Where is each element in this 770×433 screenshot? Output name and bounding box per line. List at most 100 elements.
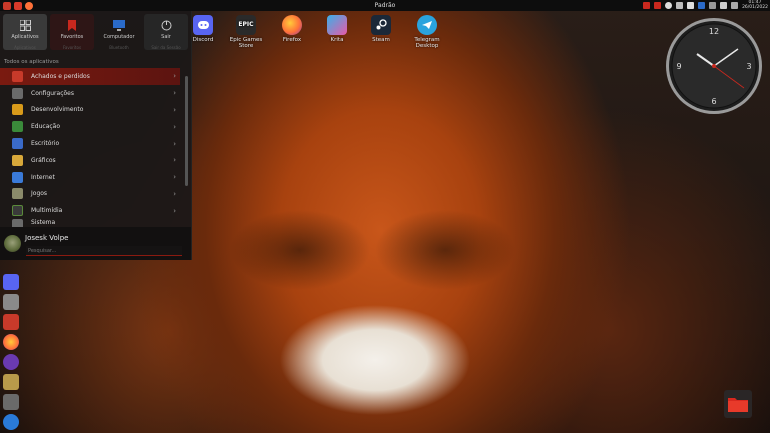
category-achados-e-perdidos[interactable]: Achados e perdidos › xyxy=(0,68,180,85)
svg-text:3: 3 xyxy=(746,62,751,71)
archive-icon[interactable] xyxy=(3,374,19,390)
discord-tray-icon[interactable] xyxy=(676,2,684,9)
firefox-icon xyxy=(282,15,302,35)
chevron-right-icon: › xyxy=(173,105,176,114)
system-tray: 01:47 26/01/2022 xyxy=(643,0,768,11)
tab-ghost-label: Aplicativos xyxy=(14,45,36,50)
category-sistema[interactable]: Sistema xyxy=(0,219,180,228)
desktop-icon-telegram[interactable]: Telegram Desktop xyxy=(406,15,448,49)
category-label: Multimídia xyxy=(31,207,63,215)
epic-games-icon: EPIC xyxy=(236,15,256,35)
chevron-right-icon: › xyxy=(173,156,176,165)
monitor-icon xyxy=(113,19,125,31)
discord-icon[interactable] xyxy=(3,274,19,290)
digital-clock[interactable]: 01:47 26/01/2022 xyxy=(742,0,768,10)
desktop-icon-krita[interactable]: Krita xyxy=(316,15,358,43)
volume-icon[interactable] xyxy=(720,2,728,9)
section-title: Todos os aplicativos xyxy=(4,59,59,65)
battery-icon[interactable] xyxy=(643,2,651,9)
chevron-right-icon: › xyxy=(173,189,176,198)
steam-icon xyxy=(371,15,391,35)
analog-clock-widget[interactable]: 12 3 6 9 xyxy=(664,16,764,116)
category-label: Internet xyxy=(31,173,55,181)
bluetooth-icon[interactable] xyxy=(698,2,706,9)
category-jogos[interactable]: Jogos › xyxy=(0,186,180,203)
telegram-icon xyxy=(417,15,437,35)
category-internet[interactable]: Internet › xyxy=(0,169,180,186)
internet-icon xyxy=(12,171,23,183)
multimedia-icon xyxy=(12,205,23,217)
steam-icon[interactable] xyxy=(3,414,19,430)
clipboard-icon[interactable] xyxy=(687,2,695,9)
category-escritorio[interactable]: Escritório › xyxy=(0,135,180,152)
desktop-icon-steam[interactable]: Steam xyxy=(360,15,402,43)
svg-text:12: 12 xyxy=(709,27,719,36)
chevron-right-icon: › xyxy=(173,122,176,131)
top-panel: Padrão 01:47 26/01/2022 xyxy=(0,0,770,11)
chevron-right-icon: › xyxy=(173,89,176,98)
folder-widget[interactable] xyxy=(724,390,752,418)
category-label: Gráficos xyxy=(31,156,56,164)
category-label: Educação xyxy=(31,123,61,131)
tab-ghost-label: Bluetooth xyxy=(109,45,129,50)
discord-icon xyxy=(193,15,213,35)
category-label: Desenvolvimento xyxy=(31,106,84,114)
krita-icon xyxy=(327,15,347,35)
office-icon xyxy=(12,138,23,150)
tab-label: Favoritos xyxy=(60,34,84,40)
chevron-right-icon: › xyxy=(173,206,176,215)
clock-date: 26/01/2022 xyxy=(742,4,768,10)
folder-icon xyxy=(728,398,748,412)
category-multimidia[interactable]: Multimídia › xyxy=(0,202,180,219)
category-graficos[interactable]: Gráficos › xyxy=(0,152,180,169)
desktop-icon-label: Steam xyxy=(372,37,390,43)
tab-aplicativos[interactable]: Aplicativos Aplicativos xyxy=(3,14,47,50)
games-icon xyxy=(12,188,23,200)
lost-found-icon xyxy=(12,70,23,82)
settings-icon xyxy=(12,87,23,99)
system-icon xyxy=(12,219,23,228)
desktop-icon-label: Firefox xyxy=(282,37,302,43)
chevron-up-icon[interactable] xyxy=(731,2,739,9)
desktop-icon-epic-games[interactable]: EPIC Epic Games Store xyxy=(225,15,267,49)
app-store-icon[interactable] xyxy=(3,314,19,330)
settings-icon[interactable] xyxy=(3,394,19,410)
bookmark-icon xyxy=(66,19,78,31)
steam-tray-icon[interactable] xyxy=(665,2,673,9)
calculator-icon[interactable] xyxy=(3,294,19,310)
user-name: Josesk Volpe xyxy=(25,234,69,242)
avatar[interactable] xyxy=(4,235,21,252)
tab-label: Computador xyxy=(103,34,135,40)
category-configuracoes[interactable]: Configurações › xyxy=(0,85,180,102)
desktop-icon-firefox[interactable]: Firefox xyxy=(271,15,313,43)
chevron-right-icon: › xyxy=(173,72,176,81)
search-input[interactable]: Pesquisar... xyxy=(26,246,182,256)
tab-sair[interactable]: Sair Sair da Sessão xyxy=(144,14,188,50)
clock-face: 12 3 6 9 xyxy=(666,18,762,114)
category-label: Jogos xyxy=(31,190,48,198)
category-label: Achados e perdidos xyxy=(31,72,90,80)
tab-ghost-label: Favoritos xyxy=(62,45,82,50)
firefox-icon[interactable] xyxy=(3,334,19,350)
desktop-icon-label: Telegram Desktop xyxy=(414,37,440,49)
category-label: Escritório xyxy=(31,140,60,148)
left-dock xyxy=(1,272,21,433)
github-icon[interactable] xyxy=(3,354,19,370)
tab-computador[interactable]: Computador Bluetooth xyxy=(97,14,141,50)
svg-text:6: 6 xyxy=(711,97,716,106)
power-icon xyxy=(160,19,172,31)
category-label: Sistema xyxy=(31,219,56,227)
chevron-right-icon: › xyxy=(173,139,176,148)
svg-text:9: 9 xyxy=(676,62,681,71)
category-desenvolvimento[interactable]: Desenvolvimento › xyxy=(0,102,180,119)
category-educacao[interactable]: Educação › xyxy=(0,118,180,135)
desktop-icon-label: Epic Games Store xyxy=(229,37,263,49)
education-icon xyxy=(12,121,23,133)
network-icon[interactable] xyxy=(709,2,717,9)
menu-scrollbar[interactable] xyxy=(185,76,188,186)
grid-icon xyxy=(19,19,31,31)
tab-label: Sair xyxy=(161,34,171,40)
phone-icon[interactable] xyxy=(654,2,662,9)
chevron-right-icon: › xyxy=(173,173,176,182)
tab-favoritos[interactable]: Favoritos Favoritos xyxy=(50,14,94,50)
